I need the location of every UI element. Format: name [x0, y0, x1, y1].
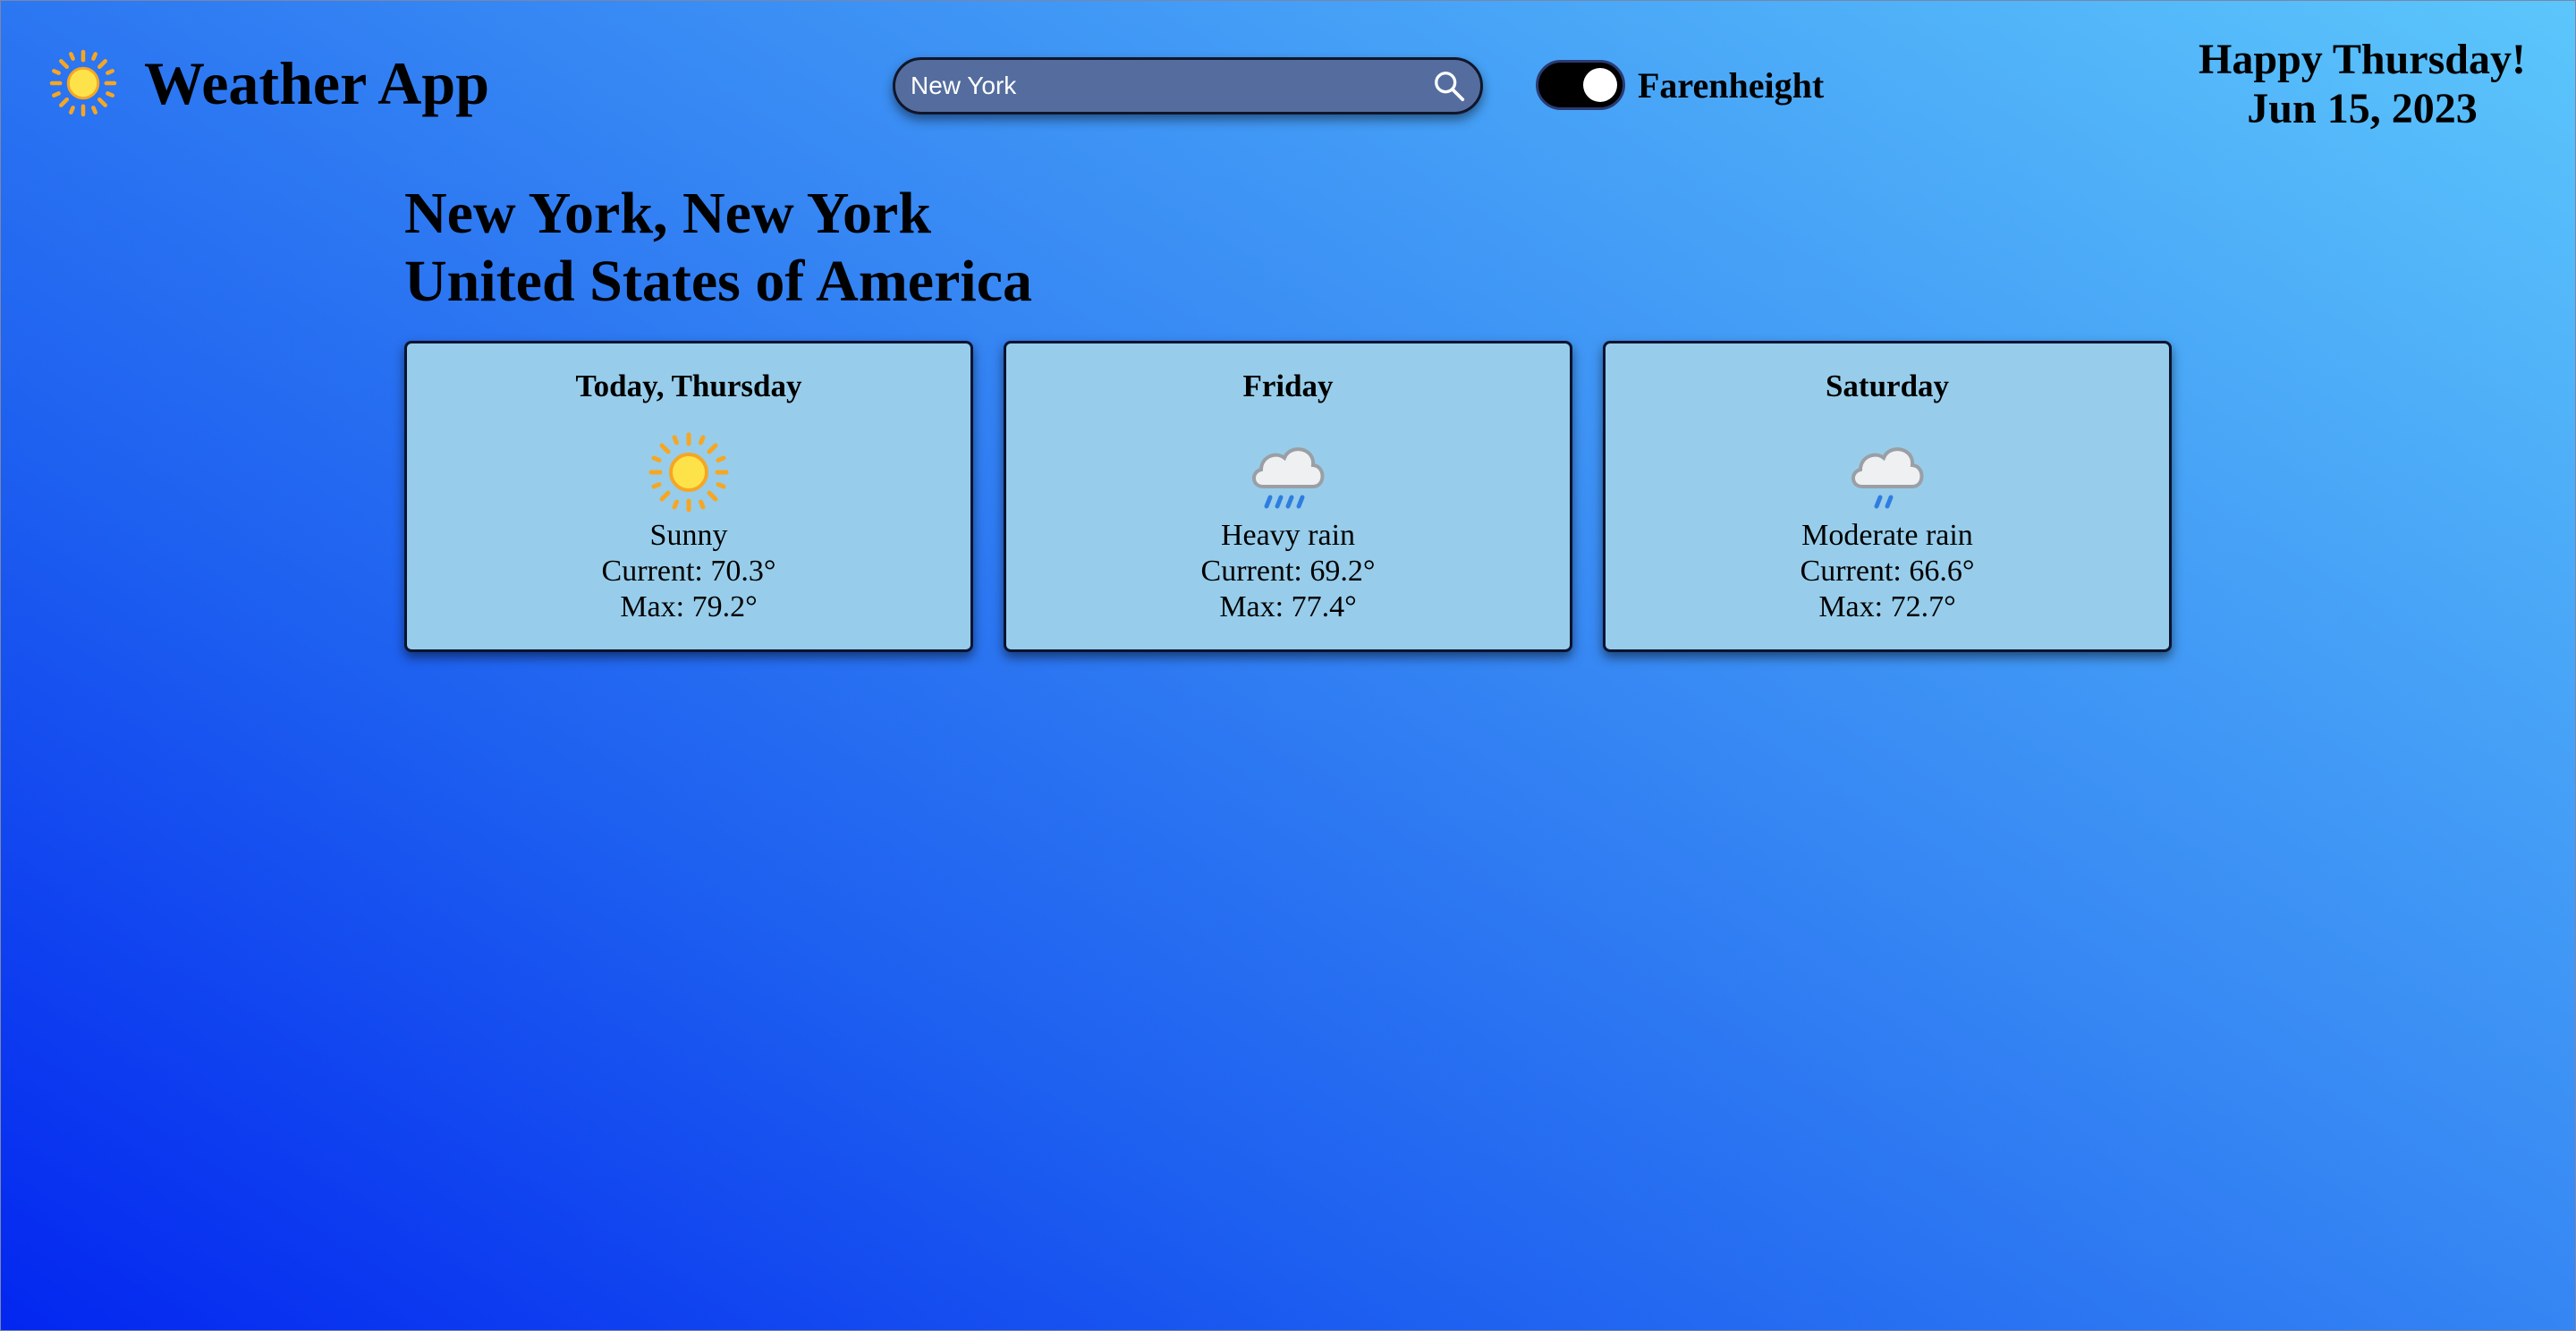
- search-bar: [893, 57, 1483, 114]
- forecast-details: Moderate rain Current: 66.6° Max: 72.7°: [1606, 518, 2169, 625]
- greeting-text: Happy Thursday!: [2199, 36, 2526, 83]
- sun-icon: [49, 49, 117, 117]
- heavy-rain-icon: [1252, 447, 1325, 509]
- units-toggle[interactable]: [1536, 60, 1625, 110]
- location-country: United States of America: [404, 249, 1033, 314]
- forecast-condition: Heavy rain: [1220, 519, 1356, 552]
- forecast-details: Heavy rain Current: 69.2° Max: 77.4°: [1006, 518, 1570, 625]
- forecast-current-temp: Current: 69.2°: [1200, 555, 1376, 588]
- current-date: Jun 15, 2023: [2247, 85, 2478, 132]
- location-city: New York, New York: [404, 181, 932, 246]
- sun-icon: [648, 432, 729, 513]
- forecast-card-friday: Friday Heavy rain Current: 69.2° Max: 77…: [1004, 341, 1572, 652]
- forecast-max-temp: Max: 77.4°: [1219, 590, 1357, 623]
- forecast-current-temp: Current: 66.6°: [1800, 555, 1975, 588]
- app-title: Weather App: [144, 49, 490, 117]
- forecast-current-temp: Current: 70.3°: [601, 555, 776, 588]
- forecast-day: Saturday: [1825, 369, 1950, 403]
- forecast-condition: Moderate rain: [1801, 519, 1973, 552]
- units-control: Farenheight: [1536, 60, 1824, 110]
- brand: Weather App: [49, 47, 489, 119]
- toggle-knob: [1583, 68, 1617, 102]
- date-greeting: Happy Thursday! Jun 15, 2023: [2174, 35, 2550, 133]
- location-heading: New York, New York United States of Amer…: [404, 180, 1032, 316]
- forecast-card-thursday: Today, Thursday Sunny Current: 70.3° Max…: [404, 341, 973, 652]
- forecast-max-temp: Max: 72.7°: [1818, 590, 1956, 623]
- forecast-details: Sunny Current: 70.3° Max: 79.2°: [407, 518, 970, 625]
- moderate-rain-icon: [1852, 447, 1924, 509]
- forecast-day: Friday: [1242, 369, 1334, 403]
- app-header: Weather App Farenheight Happy Thursday! …: [1, 1, 2576, 171]
- forecast-card-saturday: Saturday Moderate rain Current: 66.6° Ma…: [1603, 341, 2172, 652]
- units-label: Farenheight: [1638, 64, 1825, 106]
- forecast-list: Today, Thursday Sunny Current: 70.3° Max…: [404, 341, 2172, 652]
- search-input[interactable]: [895, 60, 1418, 112]
- search-button[interactable]: [1418, 60, 1480, 112]
- search-icon: [1435, 72, 1465, 102]
- forecast-condition: Sunny: [649, 519, 728, 552]
- forecast-max-temp: Max: 79.2°: [620, 590, 758, 623]
- forecast-day: Today, Thursday: [575, 369, 802, 403]
